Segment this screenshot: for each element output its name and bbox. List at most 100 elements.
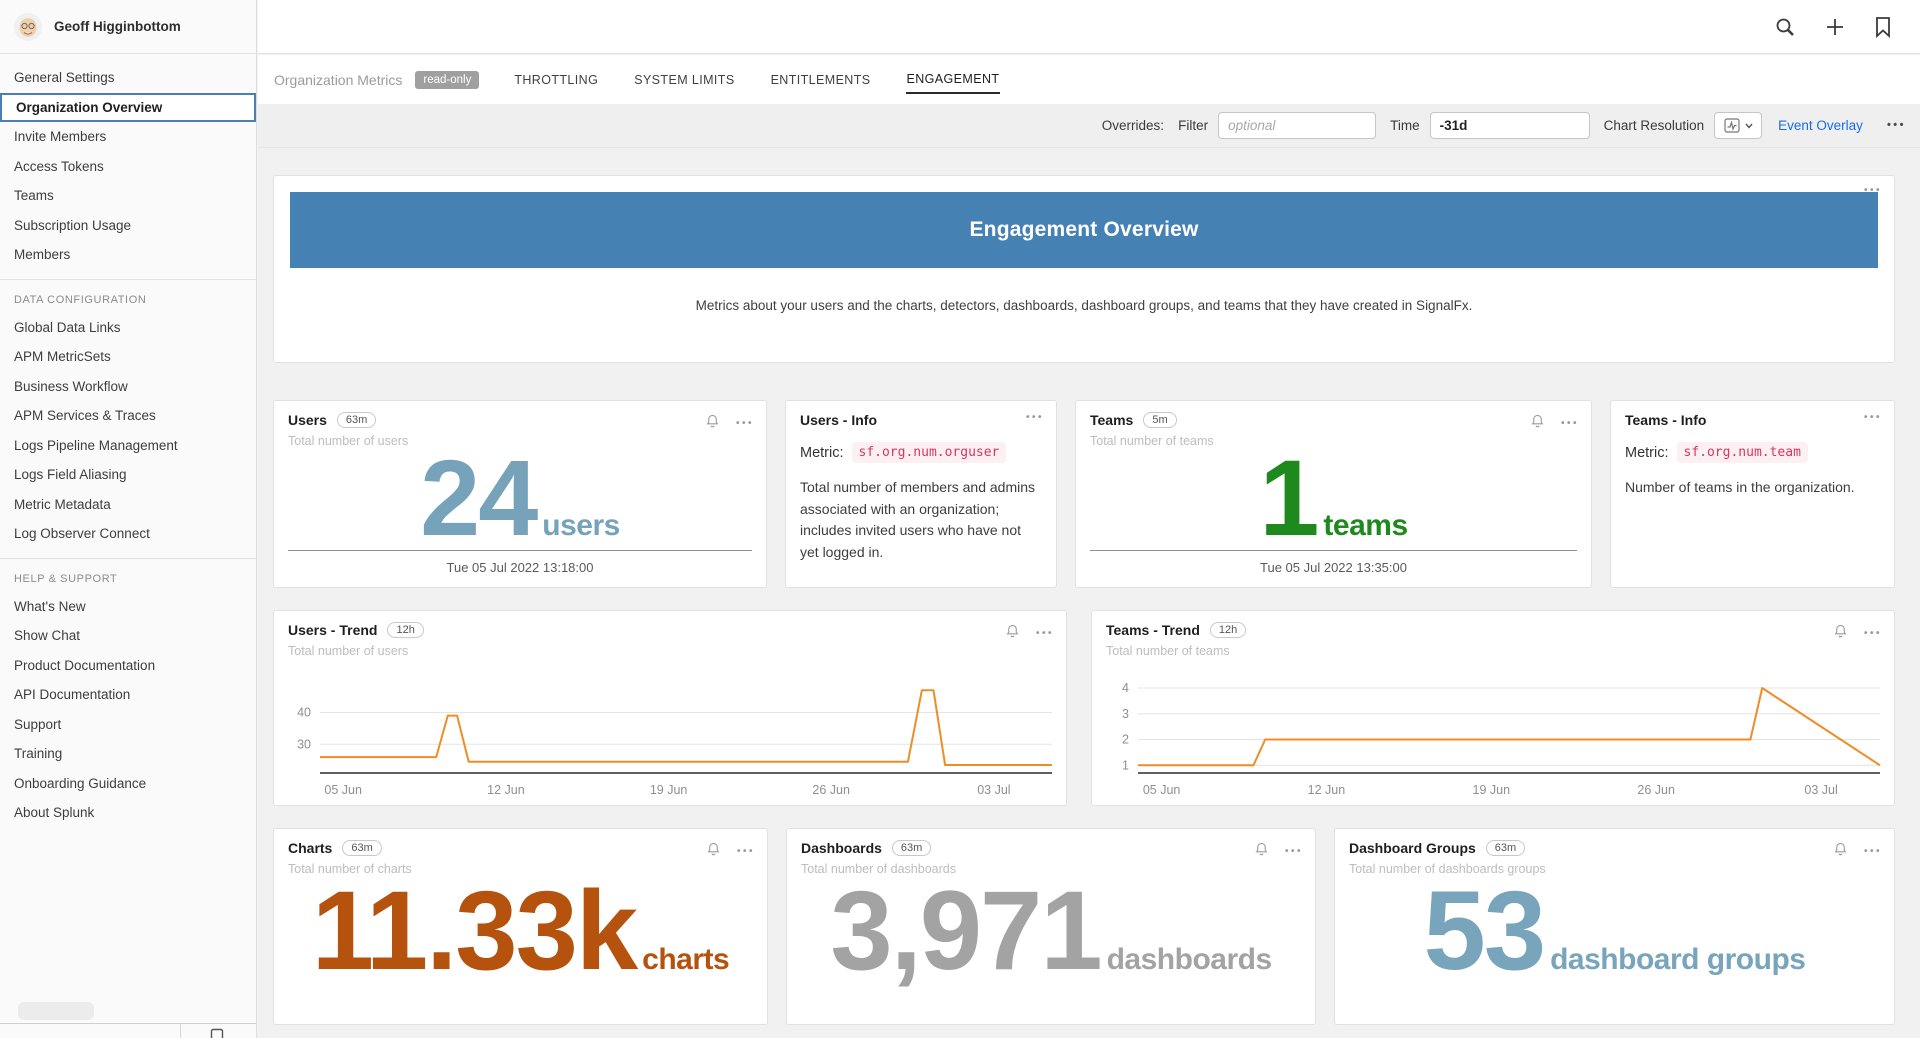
card-title: Charts xyxy=(288,840,332,856)
card-title: Teams xyxy=(1090,412,1133,428)
sidebar-item-product-documentation[interactable]: Product Documentation xyxy=(0,651,256,681)
top-header xyxy=(258,0,1920,54)
overrides-menu-icon[interactable]: ••• xyxy=(1887,120,1906,131)
card-title: Teams - Info xyxy=(1625,412,1706,428)
bell-icon[interactable] xyxy=(705,413,720,434)
sidebar-item-about-splunk[interactable]: About Splunk xyxy=(0,798,256,828)
sidebar-item-support[interactable]: Support xyxy=(0,710,256,740)
value-timestamp: Tue 05 Jul 2022 13:18:00 xyxy=(274,560,766,575)
metric-label: Metric: xyxy=(800,445,844,461)
single-value: 3,971 dashboards xyxy=(830,886,1271,977)
metric-description: Total number of members and admins assoc… xyxy=(800,477,1042,564)
card-title: Users - Info xyxy=(800,412,877,428)
engagement-overview-banner: Engagement Overview xyxy=(290,192,1878,268)
sidebar-item-whats-new[interactable]: What's New xyxy=(0,592,256,622)
sidebar-item-apm-services-traces[interactable]: APM Services & Traces xyxy=(0,401,256,431)
svg-text:40: 40 xyxy=(297,706,311,720)
sidebar-item-training[interactable]: Training xyxy=(0,739,256,769)
sidebar-nav: General Settings Organization Overview I… xyxy=(0,54,256,828)
engagement-overview-card: ••• Engagement Overview Metrics about yo… xyxy=(273,175,1895,363)
sidebar-item-show-chat[interactable]: Show Chat xyxy=(0,621,256,651)
search-icon[interactable] xyxy=(1774,16,1796,38)
sidebar-item-apm-metricsets[interactable]: APM MetricSets xyxy=(0,342,256,372)
sidebar-item-organization-overview[interactable]: Organization Overview xyxy=(0,93,256,123)
timestamp-divider xyxy=(1090,550,1577,551)
chevron-down-icon xyxy=(1745,123,1753,129)
svg-text:2: 2 xyxy=(1122,733,1129,747)
sidebar-item-logs-pipeline-management[interactable]: Logs Pipeline Management xyxy=(0,431,256,461)
dashboards-card: Dashboards 63m Total number of dashboard… xyxy=(786,828,1316,1025)
single-value: 1 teams xyxy=(1259,455,1407,543)
card-title: Teams - Trend xyxy=(1106,622,1200,638)
svg-text:12 Jun: 12 Jun xyxy=(487,783,525,797)
app-window: Geoff Higginbottom General Settings Orga… xyxy=(0,0,1920,1038)
card-menu-icon[interactable]: ••• xyxy=(1864,629,1882,639)
tab-throttling[interactable]: THROTTLING xyxy=(513,67,599,93)
card-title: Dashboard Groups xyxy=(1349,840,1476,856)
bell-icon[interactable] xyxy=(706,841,721,862)
sidebar-item-api-documentation[interactable]: API Documentation xyxy=(0,680,256,710)
teams-trend-chart[interactable]: 123405 Jun12 Jun19 Jun26 Jun03 Jul xyxy=(1092,667,1894,805)
card-menu-icon[interactable]: ••• xyxy=(1036,629,1054,639)
sidebar-item-metric-metadata[interactable]: Metric Metadata xyxy=(0,490,256,520)
sidebar-item-subscription-usage[interactable]: Subscription Usage xyxy=(0,211,256,241)
sidebar-item-logs-field-aliasing[interactable]: Logs Field Aliasing xyxy=(0,460,256,490)
create-plus-icon[interactable] xyxy=(1824,16,1846,38)
teams-count: 1 xyxy=(1259,455,1317,541)
collapse-sidebar-icon[interactable] xyxy=(210,1028,224,1038)
bell-icon[interactable] xyxy=(1530,413,1545,434)
sidebar-item-invite-members[interactable]: Invite Members xyxy=(0,122,256,152)
resolution-pill: 63m xyxy=(342,840,381,856)
users-trend-chart[interactable]: 304005 Jun12 Jun19 Jun26 Jun03 Jul xyxy=(274,667,1066,805)
card-title: Users xyxy=(288,412,327,428)
svg-text:03 Jul: 03 Jul xyxy=(977,783,1010,797)
dashboard-groups-count: 53 xyxy=(1424,886,1545,976)
sidebar-item-log-observer-connect[interactable]: Log Observer Connect xyxy=(0,519,256,549)
card-subtitle: Total number of teams xyxy=(1090,434,1577,448)
event-overlay-link[interactable]: Event Overlay xyxy=(1778,118,1863,133)
sidebar-item-members[interactable]: Members xyxy=(0,240,256,270)
card-menu-icon[interactable]: ••• xyxy=(1285,847,1303,857)
sidebar-item-business-workflow[interactable]: Business Workflow xyxy=(0,372,256,402)
user-name: Geoff Higginbottom xyxy=(54,19,181,34)
bell-icon[interactable] xyxy=(1833,623,1848,644)
svg-text:26 Jun: 26 Jun xyxy=(1637,783,1675,797)
teams-trend-card: Teams - Trend 12h Total number of teams … xyxy=(1091,610,1895,806)
sidebar-item-onboarding-guidance[interactable]: Onboarding Guidance xyxy=(0,769,256,799)
dashboard-group-name[interactable]: Organization Metrics xyxy=(274,72,402,88)
overrides-label: Overrides: xyxy=(1102,118,1164,133)
tab-engagement[interactable]: ENGAGEMENT xyxy=(906,66,1001,94)
card-row-3: Charts 63m Total number of charts ••• 11… xyxy=(273,828,1895,1025)
chart-resolution-dropdown[interactable] xyxy=(1714,112,1762,139)
card-title: Dashboards xyxy=(801,840,882,856)
sidebar-item-global-data-links[interactable]: Global Data Links xyxy=(0,313,256,343)
bookmark-icon[interactable] xyxy=(1874,16,1892,38)
card-subtitle: Total number of users xyxy=(288,644,1052,658)
tab-system-limits[interactable]: SYSTEM LIMITS xyxy=(633,67,735,93)
bell-icon[interactable] xyxy=(1833,841,1848,862)
filter-input[interactable] xyxy=(1218,112,1376,139)
sidebar-item-access-tokens[interactable]: Access Tokens xyxy=(0,152,256,182)
bell-icon[interactable] xyxy=(1254,841,1269,862)
single-value: 24 users xyxy=(420,455,620,543)
dashboards-unit: dashboards xyxy=(1107,943,1272,977)
svg-text:12 Jun: 12 Jun xyxy=(1308,783,1346,797)
card-menu-icon[interactable]: ••• xyxy=(1864,847,1882,857)
dashboard-groups-card: Dashboard Groups 63m Total number of das… xyxy=(1334,828,1895,1025)
single-value: 53 dashboard groups xyxy=(1424,886,1806,977)
sidebar-item-teams[interactable]: Teams xyxy=(0,181,256,211)
timestamp-divider xyxy=(288,550,752,551)
user-row[interactable]: Geoff Higginbottom xyxy=(0,0,256,54)
time-input[interactable] xyxy=(1430,112,1590,139)
sidebar-item-general-settings[interactable]: General Settings xyxy=(0,63,256,93)
card-menu-icon[interactable]: ••• xyxy=(736,419,754,429)
teams-info-card: Teams - Info ••• Metric: sf.org.num.team… xyxy=(1610,400,1895,588)
svg-text:19 Jun: 19 Jun xyxy=(1473,783,1511,797)
card-menu-icon[interactable]: ••• xyxy=(1026,413,1044,423)
card-menu-icon[interactable]: ••• xyxy=(737,847,755,857)
card-menu-icon[interactable]: ••• xyxy=(1864,413,1882,423)
tab-entitlements[interactable]: ENTITLEMENTS xyxy=(770,67,872,93)
sidebar-divider xyxy=(0,279,256,280)
bell-icon[interactable] xyxy=(1005,623,1020,644)
card-menu-icon[interactable]: ••• xyxy=(1561,419,1579,429)
